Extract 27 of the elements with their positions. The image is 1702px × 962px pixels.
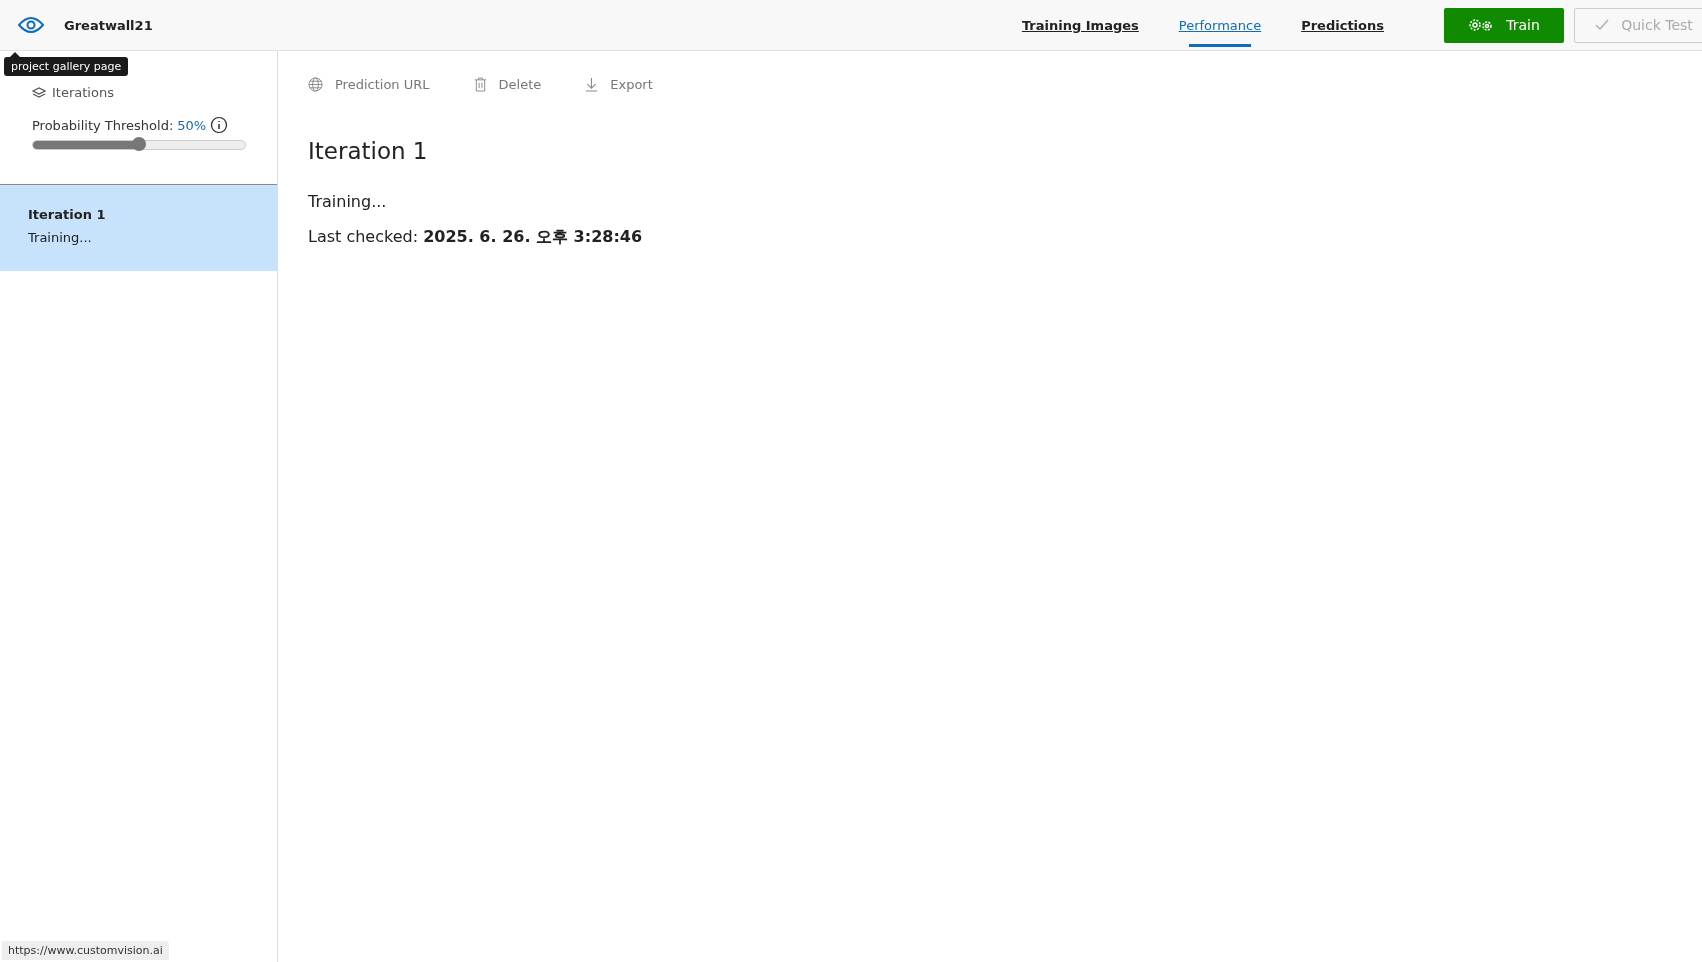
eye-icon[interactable] [18,16,44,34]
iteration-title: Iteration 1 [308,138,429,164]
sidebar-heading: Iterations [52,85,114,100]
layers-icon [32,86,46,99]
delete-button[interactable]: Delete [473,75,542,94]
last-checked-text: Last checked: 2025. 6. 26. 오후 3:28:46 [308,227,644,248]
nav-tab[interactable]: Performance [1178,5,1262,45]
check-icon [1595,19,1610,31]
gears-icon [1468,17,1495,33]
slider-thumb[interactable] [132,137,146,151]
globe-icon [308,77,323,92]
train-button[interactable]: Train [1444,7,1564,43]
info-icon[interactable] [210,116,229,134]
training-status: Training... [308,192,388,211]
status-url: https://www.customvision.ai [2,941,169,960]
threshold-slider[interactable] [32,140,246,150]
nav-tab[interactable]: Predictions [1301,5,1384,45]
project-name: Greatwall21 [64,17,153,33]
download-icon [585,77,599,92]
iteration-item[interactable]: Iteration 1 Training... [0,185,277,271]
trash-icon [473,77,487,92]
threshold-value: 50% [177,117,207,133]
threshold-label: Probability Threshold: [32,117,174,133]
export-button[interactable]: Export [585,75,653,94]
nav-tab[interactable]: Training Images [1021,5,1139,45]
prediction-url-button[interactable]: Prediction URL [308,75,430,94]
tooltip: project gallery page [4,57,129,76]
